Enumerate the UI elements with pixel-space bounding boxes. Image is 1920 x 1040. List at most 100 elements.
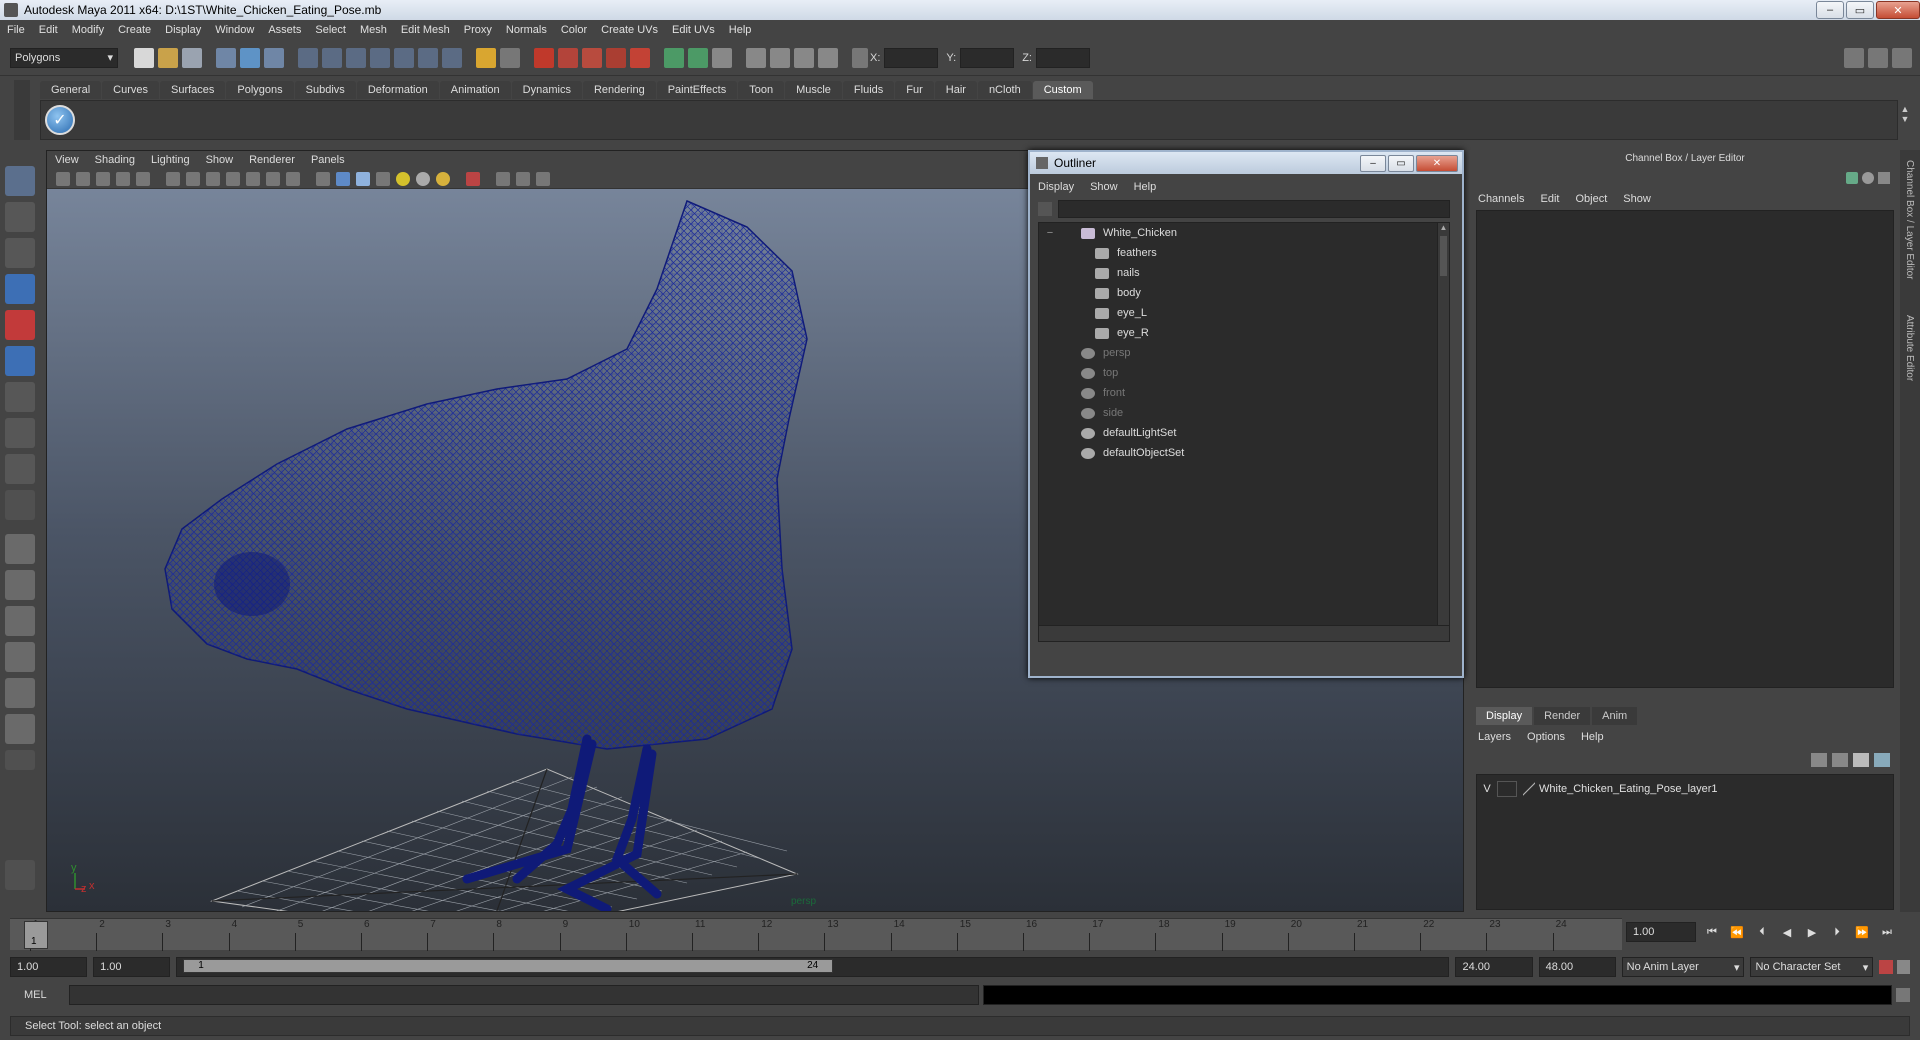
shadows-icon[interactable] xyxy=(436,171,450,186)
auto-key-icon[interactable] xyxy=(1879,960,1893,974)
viewport-menu-show[interactable]: Show xyxy=(198,154,242,166)
outliner-item[interactable]: nails xyxy=(1039,263,1433,283)
menu-assets[interactable]: Assets xyxy=(261,24,308,36)
layer-menu-options[interactable]: Options xyxy=(1519,731,1573,743)
shelf-tab-muscle[interactable]: Muscle xyxy=(785,81,842,99)
cb-menu-channels[interactable]: Channels xyxy=(1470,193,1532,205)
scroll-thumb[interactable] xyxy=(1440,236,1447,276)
render-settings-icon[interactable] xyxy=(582,47,602,68)
single-perspective-layout-icon[interactable] xyxy=(5,534,35,564)
help-query-icon[interactable] xyxy=(442,47,462,68)
shelf-tab-deformation[interactable]: Deformation xyxy=(356,81,439,99)
playback-end-field[interactable]: 24.00 xyxy=(1455,957,1533,977)
shelf-tab-ncloth[interactable]: nCloth xyxy=(977,81,1032,99)
attribute-editor-side-tab[interactable]: Attribute Editor xyxy=(1904,315,1915,381)
show-channel-box-icon[interactable] xyxy=(1844,47,1864,68)
outliner-menu-display[interactable]: Display xyxy=(1030,181,1082,193)
panel-layout-icon[interactable] xyxy=(746,47,766,68)
menu-edit[interactable]: Edit xyxy=(32,24,65,36)
current-time-field[interactable]: 1.00 xyxy=(1626,922,1696,942)
minimize-button[interactable]: – xyxy=(1816,1,1844,19)
play-forwards-icon[interactable]: ▶ xyxy=(1801,923,1823,941)
isolate-select-icon[interactable] xyxy=(496,171,510,186)
outliner-menu-help[interactable]: Help xyxy=(1126,181,1165,193)
move-tool-icon[interactable] xyxy=(5,274,35,304)
shelf-tab-rendering[interactable]: Rendering xyxy=(582,81,656,99)
default-lighting-icon[interactable] xyxy=(396,171,410,186)
film-gate-icon[interactable] xyxy=(166,171,180,186)
step-forward-frame-icon[interactable]: ⏵ xyxy=(1826,923,1848,941)
menu-set-dropdown[interactable]: Polygons ▾ xyxy=(10,47,118,68)
manipulator-tool-icon[interactable] xyxy=(5,382,35,412)
channel-box-area[interactable] xyxy=(1476,210,1894,688)
outliner-item[interactable]: eye_L xyxy=(1039,303,1433,323)
show-tool-settings-icon[interactable] xyxy=(1868,47,1888,68)
rotate-tool-icon[interactable] xyxy=(5,310,35,340)
select-tool-icon[interactable] xyxy=(5,166,35,196)
new-layer-selected-icon[interactable] xyxy=(1874,753,1890,767)
outliner-filter-field[interactable] xyxy=(1058,200,1450,218)
outliner-item[interactable]: front xyxy=(1039,383,1433,403)
move-layer-down-icon[interactable] xyxy=(1832,753,1848,767)
script-editor-icon[interactable] xyxy=(1896,988,1911,1002)
menu-create-uvs[interactable]: Create UVs xyxy=(594,24,665,36)
shelf-tab-hair[interactable]: Hair xyxy=(934,81,977,99)
step-back-key-icon[interactable]: ⏪ xyxy=(1726,923,1748,941)
select-component-icon[interactable] xyxy=(264,47,284,68)
range-slider-handle[interactable]: 1 24 xyxy=(183,959,834,973)
go-to-start-icon[interactable]: ⏮ xyxy=(1701,923,1723,941)
snap-curve-icon[interactable] xyxy=(322,47,342,68)
grid-toggle-icon[interactable] xyxy=(136,171,150,186)
layout-options-icon[interactable] xyxy=(5,750,35,770)
go-to-end-icon[interactable]: ⏭ xyxy=(1876,923,1898,941)
shelf-tab-toon[interactable]: Toon xyxy=(738,81,785,99)
layer-tab-anim[interactable]: Anim xyxy=(1592,707,1638,725)
outliner-item[interactable]: persp xyxy=(1039,343,1433,363)
layer-menu-help[interactable]: Help xyxy=(1573,731,1612,743)
make-live-icon[interactable] xyxy=(394,47,414,68)
new-scene-icon[interactable] xyxy=(134,47,154,68)
select-hierarchy-icon[interactable] xyxy=(216,47,236,68)
field-chart-icon[interactable] xyxy=(226,171,240,186)
checkmark-shelf-icon[interactable]: ✓ xyxy=(45,105,75,135)
smooth-shade-icon[interactable] xyxy=(336,171,350,186)
y-field[interactable] xyxy=(960,47,1015,68)
shelf-tab-subdivs[interactable]: Subdivs xyxy=(294,81,356,99)
all-lights-icon[interactable] xyxy=(416,171,430,186)
menu-help[interactable]: Help xyxy=(722,24,759,36)
character-set-dropdown[interactable]: No Character Set ▾ xyxy=(1750,957,1874,977)
shelf-scroll-arrows-icon[interactable]: ▲ ▼ xyxy=(1898,104,1912,138)
graph-layout-icon[interactable] xyxy=(794,47,814,68)
channel-toggle-icon[interactable] xyxy=(688,47,708,68)
hypershade-layout-icon[interactable] xyxy=(5,678,35,708)
layer-tab-display[interactable]: Display xyxy=(1476,707,1533,725)
menu-edit-mesh[interactable]: Edit Mesh xyxy=(394,24,457,36)
step-back-frame-icon[interactable]: ⏴ xyxy=(1751,923,1773,941)
image-plane-icon[interactable] xyxy=(116,171,130,186)
lasso-tool-icon[interactable] xyxy=(5,202,35,232)
command-language-label[interactable]: MEL xyxy=(10,989,69,1001)
render-current-frame-icon[interactable] xyxy=(534,47,554,68)
outliner-item[interactable]: body xyxy=(1039,283,1433,303)
snap-grid-icon[interactable] xyxy=(298,47,318,68)
shelf-tab-general[interactable]: General xyxy=(40,81,102,99)
gate-mask-icon[interactable] xyxy=(206,171,220,186)
menu-modify[interactable]: Modify xyxy=(65,24,111,36)
construction-history-icon[interactable] xyxy=(500,47,520,68)
shelf-menu-button[interactable] xyxy=(14,80,30,140)
key-icon[interactable] xyxy=(1846,172,1858,184)
ipr-render-icon[interactable] xyxy=(558,47,578,68)
playback-start-field[interactable]: 1.00 xyxy=(93,957,171,977)
shelf-tab-polygons[interactable]: Polygons xyxy=(226,81,294,99)
soft-modification-tool-icon[interactable] xyxy=(5,418,35,448)
display-mode-icon[interactable] xyxy=(1862,172,1874,184)
outliner-close-button[interactable]: ✕ xyxy=(1416,154,1458,172)
anim-layer-dropdown[interactable]: No Anim Layer ▾ xyxy=(1621,957,1745,977)
layer-name[interactable]: White_Chicken_Eating_Pose_layer1 xyxy=(1539,783,1718,795)
safe-title-icon[interactable] xyxy=(266,171,280,186)
show-manipulator-tool-icon[interactable] xyxy=(5,454,35,484)
command-input[interactable] xyxy=(68,985,979,1005)
wireframe-on-shaded-icon[interactable] xyxy=(356,171,370,186)
last-tool-icon[interactable] xyxy=(5,490,35,520)
shelf-tab-curves[interactable]: Curves xyxy=(102,81,159,99)
